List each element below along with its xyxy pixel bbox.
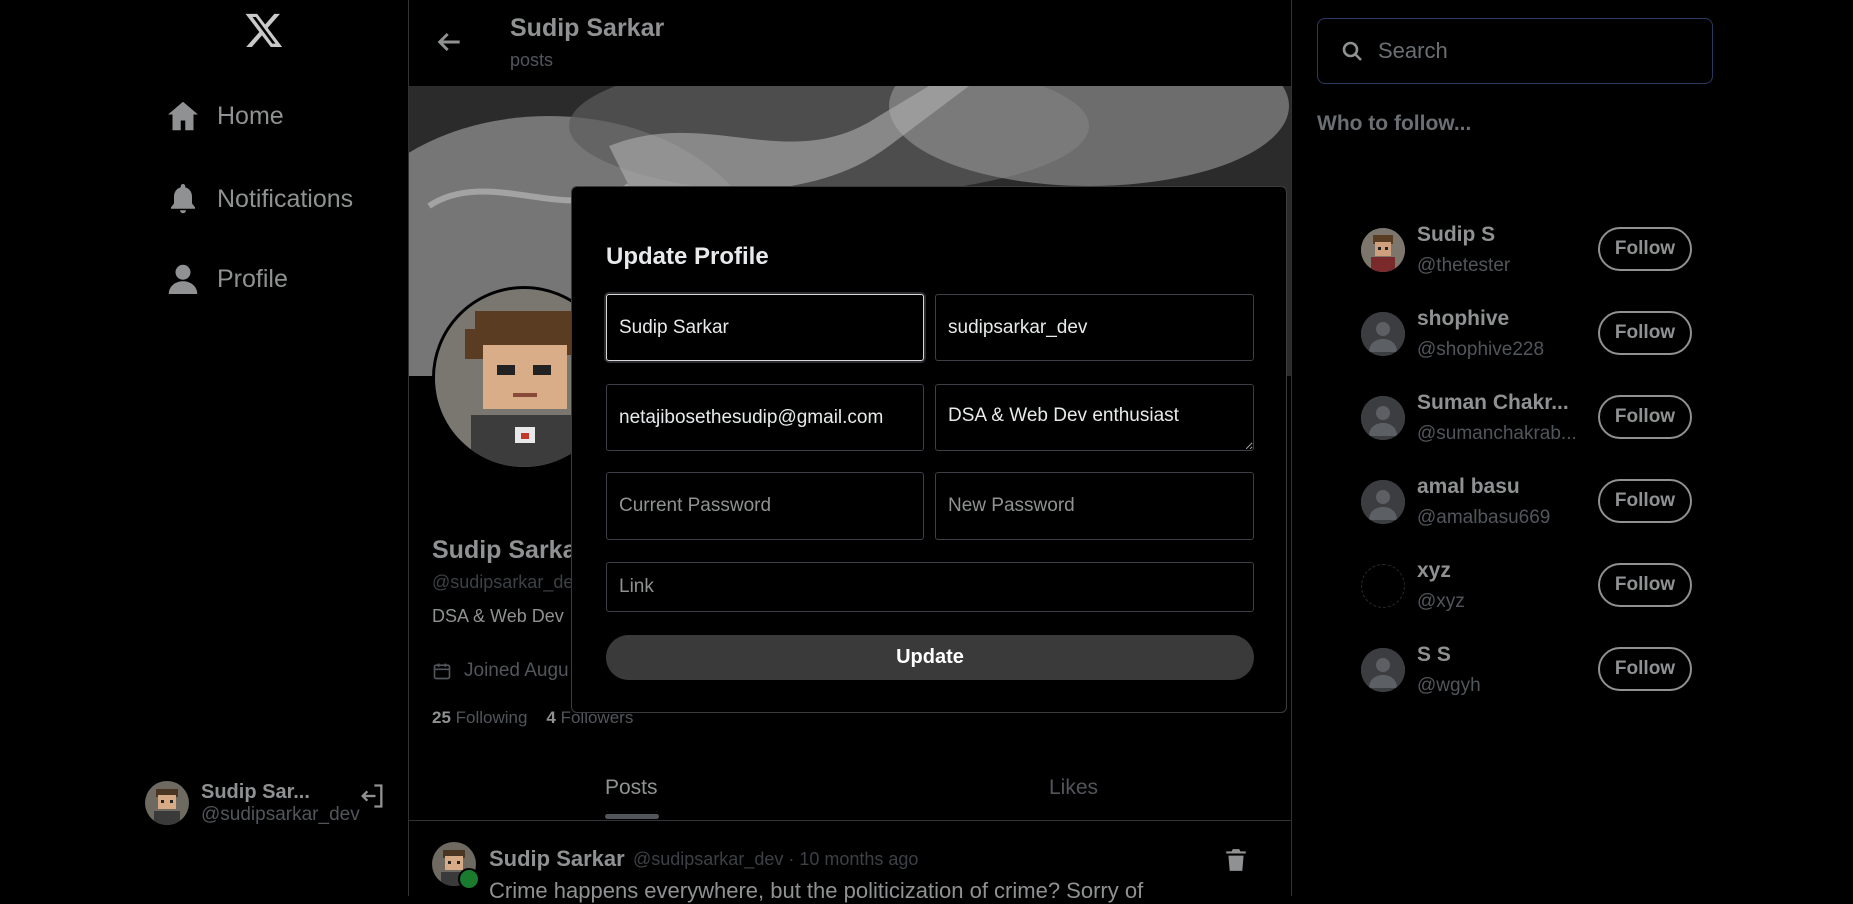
right-sidebar: Who to follow... Sudip S @thetester Foll… [1292, 0, 1853, 896]
search-box[interactable] [1317, 18, 1713, 84]
calendar-icon [433, 663, 451, 680]
suggestion-avatar[interactable] [1361, 312, 1405, 356]
profile-handle: @sudipsarkar_de [432, 572, 574, 592]
back-arrow-icon[interactable] [433, 26, 465, 58]
update-button[interactable]: Update [606, 635, 1254, 680]
search-icon [1342, 41, 1362, 61]
active-tab-indicator [605, 814, 659, 819]
follow-button[interactable]: Follow [1598, 647, 1692, 691]
profile-header: Sudip Sarkar posts [409, 0, 1291, 86]
follow-button[interactable]: Follow [1598, 227, 1692, 271]
follow-button[interactable]: Follow [1598, 395, 1692, 439]
post-author-name[interactable]: Sudip Sarkar [489, 846, 625, 872]
nav-notifications-label: Notifications [217, 184, 354, 213]
suggestion-handle: @xyz [1417, 591, 1465, 612]
post-text: Crime happens everywhere, but the politi… [489, 878, 1144, 903]
nav-profile[interactable]: Profile [165, 261, 288, 297]
nav-notifications[interactable]: Notifications [165, 181, 353, 217]
following-count: 25 [432, 708, 451, 727]
bell-icon [171, 184, 195, 214]
suggestion-item[interactable]: xyz @xyz Follow [1361, 557, 1692, 617]
logout-icon[interactable] [358, 782, 386, 810]
suggestion-avatar[interactable] [1361, 228, 1405, 272]
suggestion-name[interactable]: shophive [1417, 307, 1577, 331]
tab-posts[interactable]: Posts [605, 776, 658, 800]
suggestion-name[interactable]: Sudip S [1417, 223, 1577, 247]
post-item[interactable]: Sudip Sarkar @sudipsarkar_dev · 10 month… [409, 822, 1291, 903]
nav-home-label: Home [217, 101, 284, 130]
following-link[interactable]: 25 Following [432, 708, 527, 727]
suggestion-handle: @sumanchakrab... [1417, 423, 1577, 444]
suggestion-name[interactable]: xyz [1417, 559, 1577, 583]
suggestion-item[interactable]: Suman Chakr... @sumanchakrab... Follow [1361, 389, 1692, 449]
tab-likes[interactable]: Likes [1049, 776, 1098, 800]
user-icon [168, 264, 198, 294]
current-user-avatar [145, 781, 189, 826]
fullname-input[interactable] [606, 294, 924, 361]
current-password-input[interactable] [606, 472, 924, 540]
link-input[interactable] [606, 562, 1254, 612]
who-to-follow-title: Who to follow... [1317, 112, 1472, 135]
trash-icon[interactable] [1223, 846, 1249, 874]
suggestion-avatar[interactable] [1361, 396, 1405, 440]
online-indicator [458, 868, 480, 890]
bio-textarea[interactable]: DSA & Web Dev enthusiast [935, 384, 1254, 451]
followers-count: 4 [546, 708, 556, 727]
left-sidebar: Home Notifications Profile Sudip Sar... … [0, 0, 408, 896]
nav-home[interactable]: Home [165, 98, 284, 134]
profile-tabs: Posts Likes [409, 760, 1291, 821]
header-subtitle: posts [510, 50, 554, 70]
profile-joined-text: Joined Augu [464, 660, 569, 681]
email-input[interactable] [606, 384, 924, 451]
profile-joined: Joined Augu [432, 660, 569, 682]
header-title: Sudip Sarkar [510, 14, 665, 42]
new-password-input[interactable] [935, 472, 1254, 540]
suggestion-avatar[interactable] [1361, 564, 1405, 608]
suggestion-item[interactable]: shophive @shophive228 Follow [1361, 305, 1692, 365]
follow-button[interactable]: Follow [1598, 563, 1692, 607]
suggestion-item[interactable]: amal basu @amalbasu669 Follow [1361, 473, 1692, 533]
follow-button[interactable]: Follow [1598, 311, 1692, 355]
update-profile-modal: Update Profile DSA & Web Dev enthusiast … [571, 186, 1287, 713]
current-user-card[interactable]: Sudip Sar... @sudipsarkar_dev [145, 780, 385, 827]
nav-profile-label: Profile [217, 264, 288, 293]
suggestion-item[interactable]: S S @wgyh Follow [1361, 641, 1692, 701]
suggestion-handle: @wgyh [1417, 675, 1481, 696]
current-user-handle: @sudipsarkar_dev [201, 804, 360, 825]
current-user-name: Sudip Sar... [201, 781, 310, 803]
follow-button[interactable]: Follow [1598, 479, 1692, 523]
post-meta: @sudipsarkar_dev · 10 months ago [633, 849, 919, 869]
suggestion-avatar[interactable] [1361, 480, 1405, 524]
profile-bio: DSA & Web Dev [432, 606, 564, 626]
home-icon [168, 101, 198, 131]
suggestion-name[interactable]: amal basu [1417, 475, 1577, 499]
following-label: Following [455, 708, 528, 727]
suggestion-name[interactable]: S S [1417, 643, 1577, 667]
search-input[interactable] [1376, 37, 1680, 65]
username-input[interactable] [935, 294, 1254, 361]
x-logo-icon[interactable] [244, 8, 284, 52]
suggestion-name[interactable]: Suman Chakr... [1417, 391, 1577, 415]
suggestion-avatar[interactable] [1361, 648, 1405, 692]
suggestion-handle: @shophive228 [1417, 339, 1545, 360]
suggestion-handle: @thetester [1417, 255, 1511, 276]
profile-name: Sudip Sarka [432, 536, 577, 564]
suggestion-handle: @amalbasu669 [1417, 507, 1551, 528]
suggestion-item[interactable]: Sudip S @thetester Follow [1361, 221, 1692, 281]
modal-title: Update Profile [606, 243, 769, 270]
